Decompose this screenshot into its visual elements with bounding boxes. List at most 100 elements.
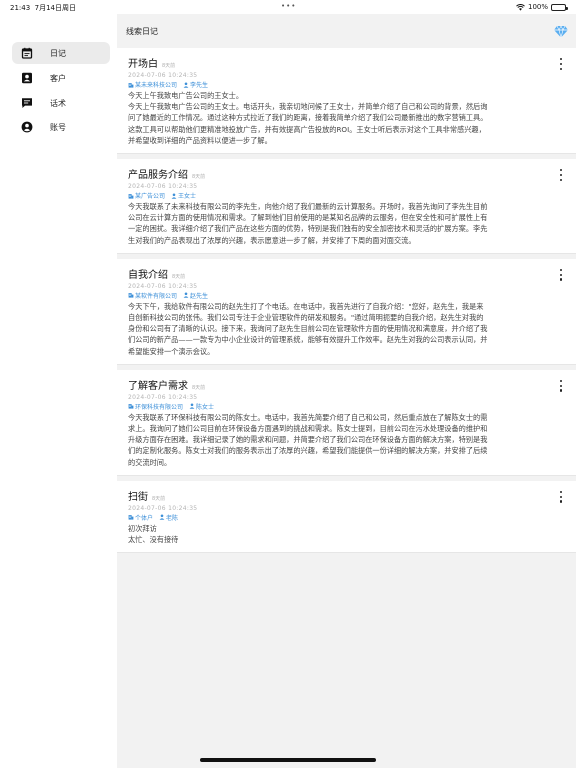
premium-button[interactable] bbox=[553, 23, 569, 39]
person-icon bbox=[189, 403, 195, 410]
person-icon bbox=[183, 292, 189, 299]
more-dot bbox=[559, 384, 563, 388]
diary-entry[interactable]: 产品服务介绍 8天前 2024-07-06 10:24:35 某广告公司 王女士… bbox=[117, 159, 576, 254]
person-tag[interactable]: 陈女士 bbox=[189, 402, 214, 411]
person-tag[interactable]: 赵先生 bbox=[183, 291, 208, 300]
sidebar: 日记 客户 话术 账号 bbox=[0, 14, 117, 768]
entry-tags: 某广告公司 王女士 bbox=[128, 191, 546, 200]
person-icon bbox=[183, 82, 189, 88]
account-icon bbox=[20, 120, 34, 134]
main-panel: 线索日记 开场白 8天前 2024-07-06 10:24:35 某未来科技公司… bbox=[117, 14, 576, 768]
entry-title: 自我介绍 bbox=[128, 269, 168, 281]
status-bar: 21:43 7月14日周日 ••• 100% bbox=[0, 0, 576, 14]
contact-icon bbox=[20, 71, 34, 85]
more-dot bbox=[559, 178, 563, 181]
company-tag[interactable]: 环保科技有限公司 bbox=[128, 402, 183, 411]
home-indicator[interactable] bbox=[200, 758, 376, 762]
header: 线索日记 bbox=[117, 14, 576, 48]
entry-relative-time: 8天前 bbox=[152, 495, 166, 502]
diary-list: 开场白 8天前 2024-07-06 10:24:35 某未来科技公司 李先生 … bbox=[117, 48, 576, 558]
entry-title: 扫街 bbox=[128, 491, 148, 503]
entry-body-line: 问了她最近的工作情况。通过这种方式拉近了我们的距离，接着我简单介绍了我们公司最新… bbox=[128, 113, 488, 123]
entry-timestamp: 2024-07-06 10:24:35 bbox=[128, 393, 198, 401]
diary-entry[interactable]: 自我介绍 8天前 2024-07-06 10:24:35 某软件有限公司 赵先生… bbox=[117, 258, 576, 365]
more-dot bbox=[559, 169, 563, 172]
entry-body-line: 今天我联系了环保科技有限公司的陈女士。电话中，我首先简要介绍了自己和公司，然后重… bbox=[128, 412, 488, 422]
more-dot bbox=[559, 67, 563, 70]
company-name: 个体户 bbox=[135, 514, 154, 522]
person-icon bbox=[171, 193, 177, 199]
wifi-icon bbox=[516, 3, 525, 11]
entry-body-line: 生对我们的产品表现出了浓厚的兴趣，表示愿意进一步了解，并安排了下周的面对面交流。 bbox=[128, 235, 416, 245]
person-tag[interactable]: 王女士 bbox=[171, 191, 196, 200]
entry-title-row: 自我介绍 8天前 bbox=[128, 266, 546, 281]
page-title: 线索日记 bbox=[126, 27, 158, 36]
person-name: 赵先生 bbox=[190, 292, 209, 300]
status-time-date: 21:43 7月14日周日 bbox=[10, 4, 77, 12]
sidebar-item-customers[interactable]: 客户 bbox=[12, 67, 110, 89]
entry-body-line: 这款工具可以帮助他们更精准地投放广告，并有效提高广告投放的ROI。王女士听后表示… bbox=[128, 124, 486, 134]
sidebar-item-account[interactable]: 账号 bbox=[12, 116, 110, 138]
entry-timestamp: 2024-07-06 10:24:35 bbox=[128, 504, 198, 512]
entry-body-line: 公司在云计算方面的使用情况和需求。了解到他们目前使用的是某知名品牌的云服务，但在… bbox=[128, 213, 488, 223]
building-icon bbox=[128, 515, 134, 520]
company-tag[interactable]: 某软件有限公司 bbox=[128, 291, 177, 300]
multitask-dots[interactable]: ••• bbox=[281, 2, 296, 10]
person-tag[interactable]: 老陈 bbox=[159, 513, 178, 522]
entry-timestamp: 2024-07-06 10:24:35 bbox=[128, 183, 198, 191]
company-tag[interactable]: 个体户 bbox=[128, 513, 153, 522]
person-name: 老陈 bbox=[166, 514, 179, 522]
entry-body-line: 一定的困扰。我详细介绍了我们产品在这些方面的优势，特别是我们独有的安全加密技术和… bbox=[128, 224, 488, 234]
entry-body-line: 身份和公司有了清晰的认识。接下来，我询问了赵先生目前公司在管理软件方面的使用情况… bbox=[128, 324, 488, 334]
entry-title: 产品服务介绍 bbox=[128, 170, 188, 182]
status-right: 100% bbox=[516, 3, 568, 11]
person-tag[interactable]: 李先生 bbox=[183, 80, 208, 89]
company-tag[interactable]: 某未来科技公司 bbox=[128, 80, 177, 89]
diary-entry[interactable]: 开场白 8天前 2024-07-06 10:24:35 某未来科技公司 李先生 … bbox=[117, 48, 576, 155]
entry-tags: 某未来科技公司 李先生 bbox=[128, 80, 546, 89]
entry-body-line: 并希望收到详细的产品资料以便进一步了解。 bbox=[128, 135, 272, 145]
more-options-button[interactable] bbox=[558, 58, 564, 70]
more-options-button[interactable] bbox=[558, 268, 564, 281]
entry-title-row: 扫街 8天前 bbox=[128, 488, 546, 503]
person-name: 王女士 bbox=[178, 193, 197, 201]
more-options-button[interactable] bbox=[558, 379, 564, 392]
person-name: 李先生 bbox=[190, 82, 209, 89]
person-icon bbox=[159, 514, 165, 521]
diary-entry[interactable]: 了解客户需求 8天前 2024-07-06 10:24:35 环保科技有限公司 … bbox=[117, 369, 576, 476]
company-name: 某软件有限公司 bbox=[135, 292, 178, 300]
company-tag[interactable]: 某广告公司 bbox=[128, 191, 165, 200]
sidebar-item-label: 账号 bbox=[50, 122, 66, 132]
diary-entry[interactable]: 扫街 8天前 2024-07-06 10:24:35 个体户 老陈 初次拜访 太忙… bbox=[117, 480, 576, 554]
chat-icon bbox=[20, 96, 34, 110]
entry-body-line: 自创新科技公司的张伟。我们公司专注于企业管理软件的研发和服务。"通过简明扼要的自… bbox=[128, 313, 484, 323]
company-name: 环保科技有限公司 bbox=[135, 403, 184, 411]
entry-title-row: 产品服务介绍 8天前 bbox=[128, 166, 546, 181]
entry-relative-time: 8天前 bbox=[162, 63, 176, 69]
more-options-button[interactable] bbox=[558, 169, 564, 181]
sidebar-item-scripts[interactable]: 话术 bbox=[12, 92, 110, 114]
entry-body-line: 的交流时间。 bbox=[128, 457, 172, 467]
company-name: 某未来科技公司 bbox=[135, 82, 178, 89]
diamond-icon bbox=[554, 25, 568, 39]
entry-body: 今天上午我致电广告公司的王女士。 今天上午我致电广告公司的王女士。电话开头，我亲切… bbox=[128, 90, 546, 146]
diary-icon bbox=[20, 46, 34, 60]
battery-percent: 100% bbox=[527, 3, 548, 11]
entry-timestamp: 2024-07-06 10:24:35 bbox=[128, 72, 198, 79]
entry-body-line: 们的定制化服务。陈女士对我们的服务表示出了浓厚的兴趣，希望我们能提供一份详细的解… bbox=[128, 446, 488, 456]
sidebar-item-diary[interactable]: 日记 bbox=[12, 42, 110, 64]
battery-icon bbox=[551, 3, 568, 11]
company-name: 某广告公司 bbox=[135, 193, 166, 201]
entry-title-row: 了解客户需求 8天前 bbox=[128, 377, 546, 392]
entry-tags: 环保科技有限公司 陈女士 bbox=[128, 402, 546, 411]
building-icon bbox=[128, 293, 134, 298]
more-dot bbox=[559, 490, 563, 494]
more-dot bbox=[559, 495, 563, 499]
entry-tags: 某软件有限公司 赵先生 bbox=[128, 291, 546, 300]
entry-body-line: 今天上午我致电广告公司的王女士。电话开头，我亲切地问候了王女士，并简单介绍了自己… bbox=[128, 102, 488, 112]
building-icon bbox=[128, 82, 134, 88]
entry-title: 开场白 bbox=[128, 59, 158, 70]
more-options-button[interactable] bbox=[558, 490, 564, 503]
entry-relative-time: 8天前 bbox=[192, 174, 206, 181]
sidebar-item-label: 话术 bbox=[50, 98, 66, 108]
